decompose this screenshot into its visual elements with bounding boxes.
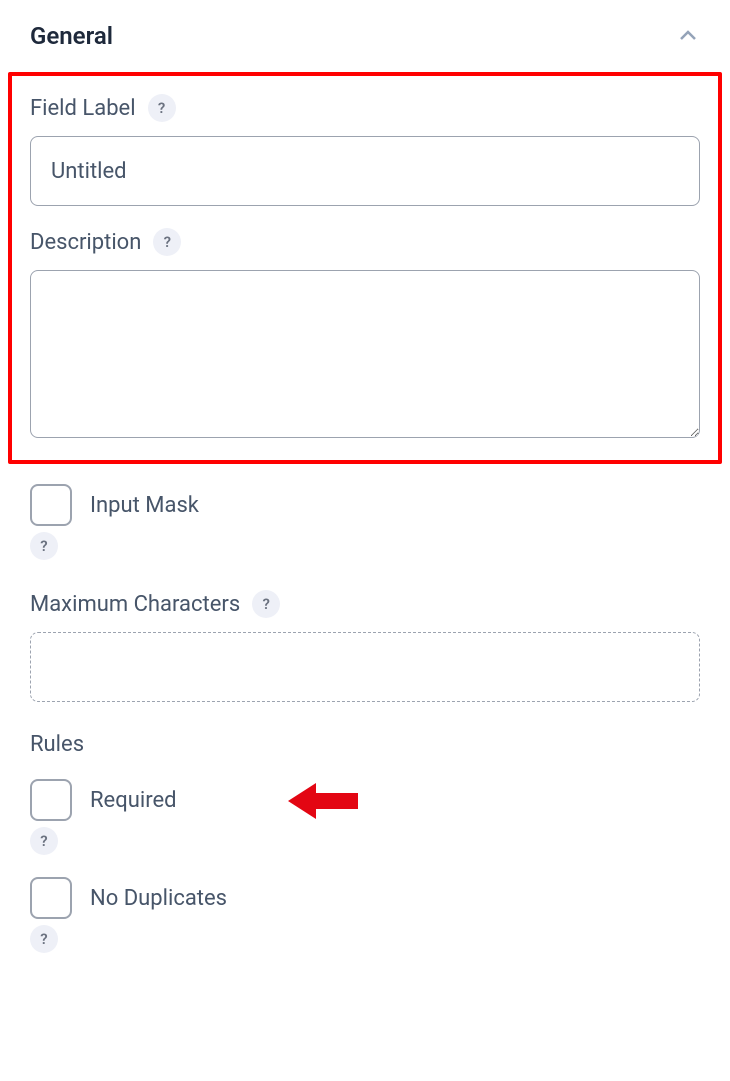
section-title: General (30, 22, 113, 50)
description-group: Description ? (30, 228, 700, 442)
help-icon[interactable]: ? (30, 827, 58, 855)
help-icon[interactable]: ? (30, 532, 58, 560)
max-chars-input[interactable] (30, 632, 700, 702)
max-chars-label: Maximum Characters (30, 592, 240, 617)
no-duplicates-row: No Duplicates (30, 877, 700, 919)
input-mask-label: Input Mask (90, 493, 199, 518)
rules-heading: Rules (30, 732, 700, 757)
field-label-input[interactable] (30, 136, 700, 206)
no-duplicates-label: No Duplicates (90, 886, 227, 911)
input-mask-checkbox[interactable] (30, 484, 72, 526)
description-input[interactable] (30, 270, 700, 438)
help-icon[interactable]: ? (148, 94, 176, 122)
required-row: Required (30, 779, 700, 821)
help-icon[interactable]: ? (153, 228, 181, 256)
field-label-group: Field Label ? (30, 94, 700, 206)
section-header[interactable]: General (0, 0, 730, 72)
input-mask-row: Input Mask (30, 484, 700, 526)
highlight-box: Field Label ? Description ? (8, 72, 722, 464)
help-icon[interactable]: ? (252, 590, 280, 618)
help-icon[interactable]: ? (30, 925, 58, 953)
required-checkbox[interactable] (30, 779, 72, 821)
no-duplicates-checkbox[interactable] (30, 877, 72, 919)
description-label: Description (30, 230, 141, 255)
field-label-label: Field Label (30, 96, 136, 121)
required-label: Required (90, 788, 177, 813)
max-chars-group: Maximum Characters ? (30, 590, 700, 702)
chevron-up-icon[interactable] (676, 24, 700, 48)
